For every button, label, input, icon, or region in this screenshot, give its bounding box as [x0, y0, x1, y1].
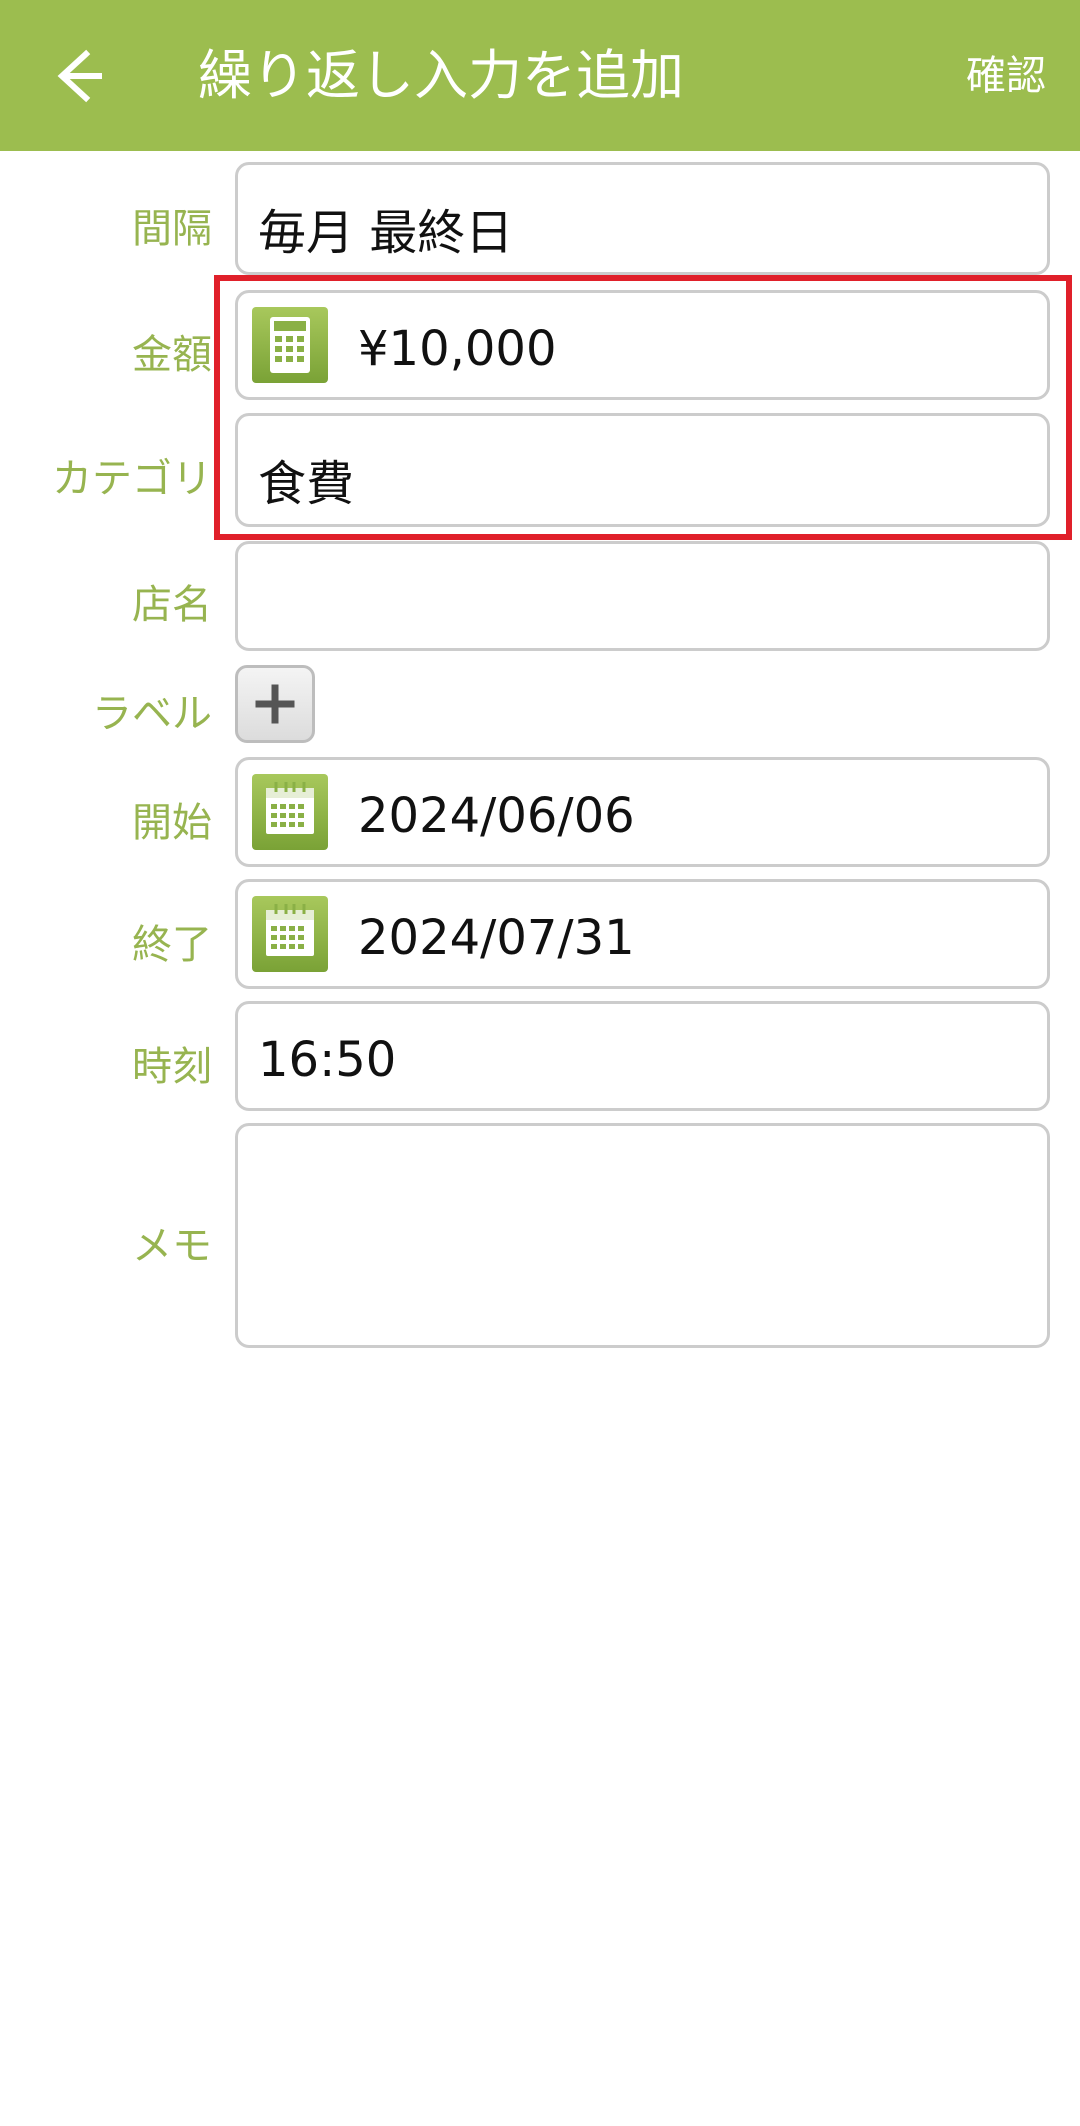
end-date-field[interactable]: 2024/07/31 [235, 879, 1050, 989]
plus-icon [255, 684, 295, 724]
memo-textarea[interactable] [235, 1123, 1050, 1348]
calendar-icon[interactable] [252, 896, 328, 972]
highlight-box [214, 275, 1072, 540]
add-tag-button[interactable] [235, 665, 315, 743]
memo-label: メモ [132, 1223, 212, 1269]
start-label: 開始 [132, 800, 212, 846]
start-date-value: 2024/06/06 [358, 788, 635, 844]
calendar-icon[interactable] [252, 774, 328, 850]
amount-label: 金額 [132, 332, 212, 378]
page-title: 繰り返し入力を追加 [198, 44, 684, 107]
end-label: 終了 [132, 922, 212, 968]
interval-value: 毎月 最終日 [258, 205, 514, 261]
app-bar: 繰り返し入力を追加 確認 [0, 0, 1080, 151]
tags-label: ラベル [92, 691, 212, 737]
interval-field[interactable]: 毎月 最終日 [235, 162, 1050, 275]
confirm-button[interactable]: 確認 [966, 48, 1046, 104]
interval-label: 間隔 [132, 206, 212, 252]
time-value: 16:50 [258, 1032, 397, 1088]
start-date-field[interactable]: 2024/06/06 [235, 757, 1050, 867]
time-field[interactable]: 16:50 [235, 1001, 1050, 1111]
store-label: 店名 [132, 582, 212, 628]
time-label: 時刻 [132, 1044, 212, 1090]
back-arrow-icon[interactable] [40, 40, 112, 112]
category-label: カテゴリ [52, 456, 212, 502]
end-date-value: 2024/07/31 [358, 910, 635, 966]
store-field[interactable] [235, 541, 1050, 651]
